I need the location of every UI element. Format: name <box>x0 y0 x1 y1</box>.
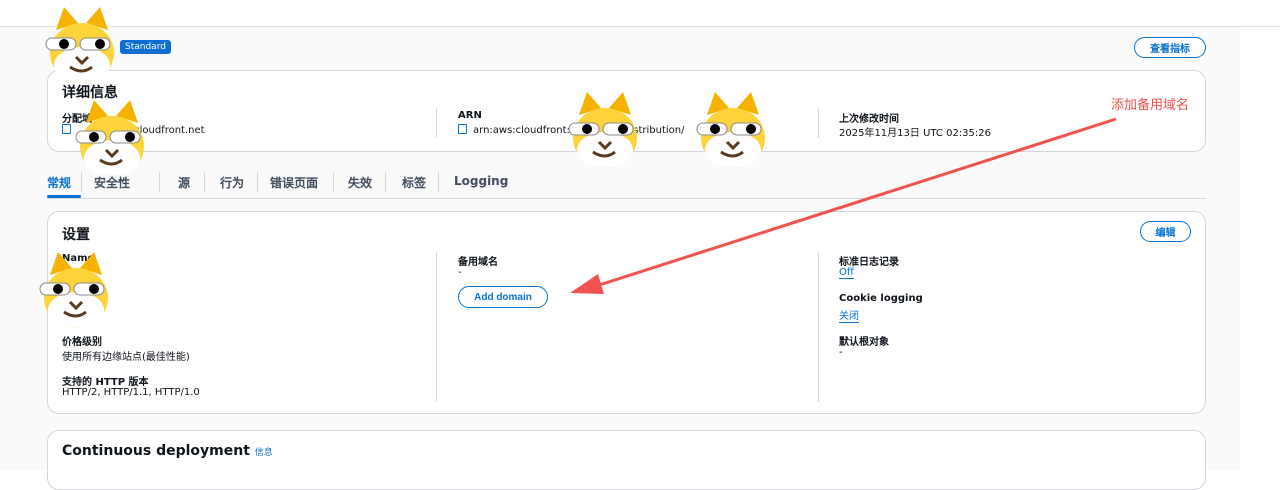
dog-sticker-icon <box>45 7 114 83</box>
dog-sticker-icon <box>568 92 637 168</box>
dog-sticker-icon <box>75 100 144 176</box>
dog-sticker-icon <box>39 252 108 328</box>
dog-sticker-icon <box>696 92 765 168</box>
annotation-arrow <box>570 117 1117 294</box>
